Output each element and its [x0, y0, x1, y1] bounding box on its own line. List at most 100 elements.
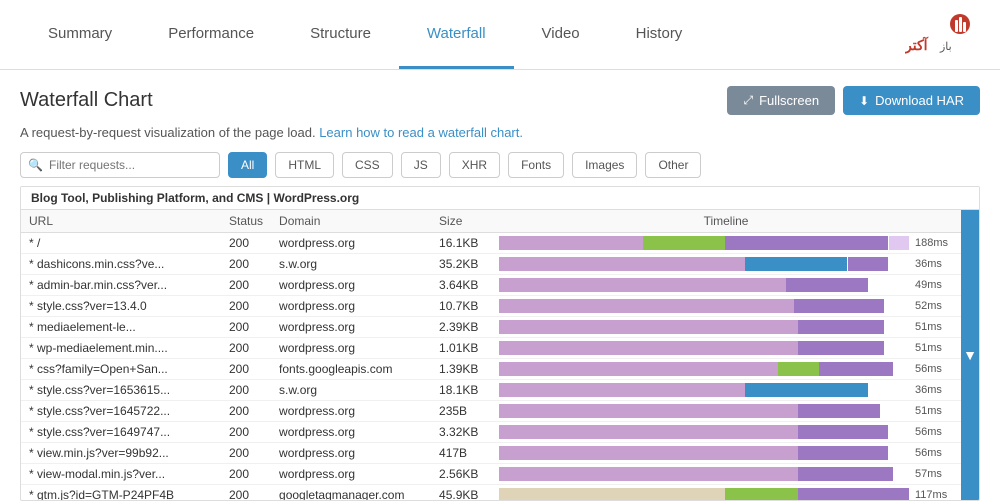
table-row[interactable]: * view.min.js?ver=99b92...200wordpress.o…: [21, 443, 961, 464]
cell-size: 16.1KB: [431, 233, 491, 254]
cell-status: 200: [221, 485, 271, 501]
nav-tabs: Summary Performance Structure Waterfall …: [20, 0, 900, 69]
cell-url: * admin-bar.min.css?ver...: [21, 275, 221, 296]
filter-images[interactable]: Images: [572, 152, 637, 178]
fullscreen-label: Fullscreen: [759, 93, 819, 108]
tab-structure-label: Structure: [310, 25, 371, 42]
cell-status: 200: [221, 401, 271, 422]
table-body: * /200wordpress.org16.1KB188ms* dashicon…: [21, 233, 961, 501]
main-content: Waterfall Chart ⤢ Fullscreen ⬇ Download …: [0, 70, 1000, 501]
filter-js[interactable]: JS: [401, 152, 441, 178]
cell-size: 18.1KB: [431, 380, 491, 401]
cell-status: 200: [221, 338, 271, 359]
cell-url: * gtm.js?id=GTM-P24PF4B: [21, 485, 221, 501]
svg-text:آکتر: آکتر: [905, 36, 929, 54]
cell-timeline: 51ms: [491, 401, 961, 422]
filter-bar: 🔍 All HTML CSS JS XHR Fonts Images Other: [20, 152, 980, 178]
cell-size: 417B: [431, 443, 491, 464]
cell-timeline: 36ms: [491, 254, 961, 275]
header-size: Size: [431, 210, 491, 233]
cell-domain: s.w.org: [271, 254, 431, 275]
learn-link[interactable]: Learn how to read a waterfall chart.: [319, 125, 523, 140]
search-icon: 🔍: [28, 158, 43, 172]
cell-status: 200: [221, 233, 271, 254]
tab-performance-label: Performance: [168, 25, 254, 42]
download-har-button[interactable]: ⬇ Download HAR: [843, 86, 980, 115]
time-label: 52ms: [915, 300, 953, 312]
search-input[interactable]: [20, 152, 220, 178]
cell-url: * mediaelement-le...: [21, 317, 221, 338]
time-label: 36ms: [915, 384, 953, 396]
table-row[interactable]: * /200wordpress.org16.1KB188ms: [21, 233, 961, 254]
cell-url: * css?family=Open+San...: [21, 359, 221, 380]
cell-domain: googletagmanager.com: [271, 485, 431, 501]
table-scroll[interactable]: URL Status Domain Size Timeline * /200wo…: [21, 210, 961, 500]
cell-domain: wordpress.org: [271, 317, 431, 338]
cell-timeline: 36ms: [491, 380, 961, 401]
cell-url: * style.css?ver=1653615...: [21, 380, 221, 401]
cell-status: 200: [221, 317, 271, 338]
tab-performance[interactable]: Performance: [140, 0, 282, 69]
tab-structure[interactable]: Structure: [282, 0, 399, 69]
cell-timeline: 117ms: [491, 485, 961, 501]
cell-url: * view.min.js?ver=99b92...: [21, 443, 221, 464]
table-row[interactable]: * wp-mediaelement.min....200wordpress.or…: [21, 338, 961, 359]
cell-domain: wordpress.org: [271, 422, 431, 443]
table-row[interactable]: * style.css?ver=1649747...200wordpress.o…: [21, 422, 961, 443]
tab-summary[interactable]: Summary: [20, 0, 140, 69]
header-timeline: Timeline: [491, 210, 961, 233]
time-label: 51ms: [915, 405, 953, 417]
cell-size: 45.9KB: [431, 485, 491, 501]
tab-waterfall[interactable]: Waterfall: [399, 0, 514, 69]
cell-size: 3.64KB: [431, 275, 491, 296]
cell-timeline: 56ms: [491, 359, 961, 380]
cell-timeline: 57ms: [491, 464, 961, 485]
time-label: 51ms: [915, 342, 953, 354]
tab-video[interactable]: Video: [514, 0, 608, 69]
cell-timeline: 51ms: [491, 338, 961, 359]
table-row[interactable]: * style.css?ver=1653615...200s.w.org18.1…: [21, 380, 961, 401]
tab-history[interactable]: History: [608, 0, 711, 69]
table-row[interactable]: * css?family=Open+San...200fonts.googlea…: [21, 359, 961, 380]
header-url: URL: [21, 210, 221, 233]
cell-domain: wordpress.org: [271, 233, 431, 254]
section-header: Waterfall Chart ⤢ Fullscreen ⬇ Download …: [20, 86, 980, 115]
tab-video-label: Video: [542, 25, 580, 42]
table-row[interactable]: * gtm.js?id=GTM-P24PF4B200googletagmanag…: [21, 485, 961, 501]
download-label: Download HAR: [875, 93, 964, 108]
time-label: 56ms: [915, 447, 953, 459]
cell-size: 10.7KB: [431, 296, 491, 317]
scroll-right-arrow[interactable]: ▼: [961, 210, 979, 500]
logo: آکتر آکتر باز: [900, 0, 980, 69]
table-row[interactable]: * style.css?ver=1645722...200wordpress.o…: [21, 401, 961, 422]
filter-all[interactable]: All: [228, 152, 267, 178]
table-row[interactable]: * mediaelement-le...200wordpress.org2.39…: [21, 317, 961, 338]
logo-image: آکتر آکتر باز: [900, 10, 980, 60]
table-row[interactable]: * admin-bar.min.css?ver...200wordpress.o…: [21, 275, 961, 296]
table-row[interactable]: * dashicons.min.css?ve...200s.w.org35.2K…: [21, 254, 961, 275]
cell-size: 2.56KB: [431, 464, 491, 485]
cell-status: 200: [221, 296, 271, 317]
cell-timeline: 49ms: [491, 275, 961, 296]
filter-css[interactable]: CSS: [342, 152, 393, 178]
cell-status: 200: [221, 359, 271, 380]
time-label: 49ms: [915, 279, 953, 291]
table-row[interactable]: * view-modal.min.js?ver...200wordpress.o…: [21, 464, 961, 485]
fullscreen-button[interactable]: ⤢ Fullscreen: [727, 86, 835, 115]
cell-domain: wordpress.org: [271, 401, 431, 422]
cell-timeline: 56ms: [491, 422, 961, 443]
cell-status: 200: [221, 422, 271, 443]
tab-history-label: History: [636, 25, 683, 42]
search-box: 🔍: [20, 152, 220, 178]
filter-html[interactable]: HTML: [275, 152, 334, 178]
cell-url: * style.css?ver=1645722...: [21, 401, 221, 422]
cell-domain: wordpress.org: [271, 443, 431, 464]
top-navigation: Summary Performance Structure Waterfall …: [0, 0, 1000, 70]
cell-timeline: 188ms: [491, 233, 961, 254]
filter-other[interactable]: Other: [645, 152, 701, 178]
cell-timeline: 51ms: [491, 317, 961, 338]
table-row[interactable]: * style.css?ver=13.4.0200wordpress.org10…: [21, 296, 961, 317]
cell-size: 35.2KB: [431, 254, 491, 275]
filter-fonts[interactable]: Fonts: [508, 152, 564, 178]
filter-xhr[interactable]: XHR: [449, 152, 500, 178]
